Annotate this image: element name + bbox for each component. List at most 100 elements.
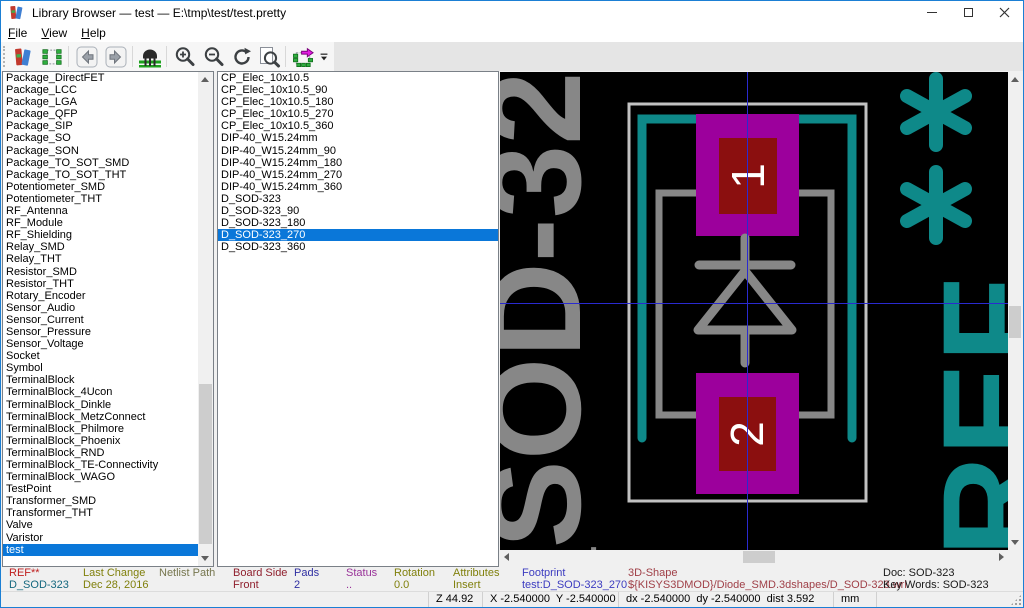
footprint-list-item[interactable]: DIP-40_W15.24mm_180	[218, 157, 498, 169]
library-list-item[interactable]: RF_Shielding	[3, 229, 198, 241]
statusbar-cell: X -2.540000 Y -2.540000	[482, 592, 618, 607]
footprint-list-item[interactable]: DIP-40_W15.24mm	[218, 132, 498, 144]
library-list-item[interactable]: TerminalBlock_Philmore	[3, 423, 198, 435]
library-list-item[interactable]: Varistor	[3, 532, 198, 544]
info-field-label: Status	[346, 568, 377, 579]
library-list-item[interactable]: Package_TO_SOT_THT	[3, 169, 198, 181]
library-list-item[interactable]: Package_TO_SOT_SMD	[3, 157, 198, 169]
footprint-canvas[interactable]: D_SOD-323_270 REF 1	[500, 72, 1008, 550]
info-field-label: 3D-Shape	[628, 568, 907, 579]
info-field-value: ..	[346, 580, 377, 591]
library-list-item[interactable]: TerminalBlock_WAGO	[3, 471, 198, 483]
library-list-item[interactable]: Package_SON	[3, 145, 198, 157]
library-list-item[interactable]: TerminalBlock_RND	[3, 447, 198, 459]
scrollbar-thumb[interactable]	[199, 384, 212, 544]
library-browser-window: Library Browser — test — E:\tmp\test/tes…	[0, 0, 1024, 608]
minimize-button[interactable]	[914, 1, 950, 24]
info-field: Footprint test:D_SOD-323_270	[522, 568, 627, 591]
footprint-list-item[interactable]: D_SOD-323_360	[218, 241, 498, 253]
library-list-item[interactable]: Sensor_Voltage	[3, 338, 198, 350]
footprint-list-item[interactable]: D_SOD-323_270	[218, 229, 498, 241]
close-button[interactable]	[986, 1, 1022, 24]
insert-footprint-button[interactable]	[290, 44, 316, 70]
info-field-label: Doc: SOD-323	[883, 568, 989, 579]
show-footprint-button[interactable]	[137, 44, 163, 70]
footprint-list-item[interactable]: DIP-40_W15.24mm_270	[218, 169, 498, 181]
library-list-item[interactable]: TerminalBlock_4Ucon	[3, 386, 198, 398]
titlebar[interactable]: Library Browser — test — E:\tmp\test/tes…	[1, 1, 1023, 24]
zoom-fit-icon	[257, 45, 281, 69]
select-library-button[interactable]	[10, 44, 36, 70]
library-list-item[interactable]: TerminalBlock_Dinkle	[3, 399, 198, 411]
redraw-view-button[interactable]	[229, 44, 255, 70]
footprint-list-item[interactable]: DIP-40_W15.24mm_90	[218, 145, 498, 157]
library-list-item[interactable]: Package_LGA	[3, 96, 198, 108]
library-list-item[interactable]: Valve	[3, 519, 198, 531]
library-list-item[interactable]: TerminalBlock_TE-Connectivity	[3, 459, 198, 471]
footprint-list-item[interactable]: D_SOD-323_180	[218, 217, 498, 229]
library-list-item[interactable]: Socket	[3, 350, 198, 362]
footprint-list-item[interactable]: DIP-40_W15.24mm_360	[218, 181, 498, 193]
zoom-out-button[interactable]	[201, 44, 227, 70]
toolbar-overflow-button[interactable]	[316, 44, 332, 70]
maximize-button[interactable]	[950, 1, 986, 24]
library-list-item[interactable]: TerminalBlock_MetzConnect	[3, 411, 198, 423]
next-footprint-button[interactable]	[103, 44, 129, 70]
scroll-left-icon[interactable]	[504, 553, 509, 561]
zoom-fit-button[interactable]	[256, 44, 282, 70]
library-list-item[interactable]: Relay_THT	[3, 253, 198, 265]
menu-item[interactable]: Help	[74, 24, 113, 40]
library-list-item[interactable]: Package_SIP	[3, 120, 198, 132]
footprint-list-item[interactable]: CP_Elec_10x10.5_90	[218, 84, 498, 96]
preview-horizontal-scrollbar[interactable]	[500, 550, 1008, 564]
library-list-item[interactable]: TerminalBlock	[3, 374, 198, 386]
library-list-item[interactable]: Package_DirectFET	[3, 72, 198, 84]
footprint-list-item[interactable]: CP_Elec_10x10.5_180	[218, 96, 498, 108]
library-list-item[interactable]: Package_QFP	[3, 108, 198, 120]
library-list-item[interactable]: Package_LCC	[3, 84, 198, 96]
library-list-item[interactable]: Symbol	[3, 362, 198, 374]
footprint-list-item[interactable]: CP_Elec_10x10.5_360	[218, 120, 498, 132]
library-list-item[interactable]: test	[3, 544, 198, 556]
library-list-item[interactable]: Resistor_THT	[3, 278, 198, 290]
info-field-value: Key Words: SOD-323	[883, 580, 989, 591]
library-list-item[interactable]: Transformer_THT	[3, 507, 198, 519]
info-field: REF** D_SOD-323	[9, 568, 69, 591]
select-footprint-button[interactable]	[39, 44, 65, 70]
library-list-item[interactable]: Sensor_Current	[3, 314, 198, 326]
close-icon	[999, 7, 1010, 18]
scroll-right-icon[interactable]	[999, 553, 1004, 561]
statusbar-cell: mm	[833, 592, 876, 607]
info-field-value: 0.0	[394, 580, 435, 591]
footprint-list-item[interactable]: D_SOD-323	[218, 193, 498, 205]
scrollbar-thumb[interactable]	[743, 551, 775, 563]
scroll-down-icon[interactable]	[201, 556, 209, 561]
library-list-item[interactable]: Potentiometer_THT	[3, 193, 198, 205]
library-list-item[interactable]: Package_SO	[3, 132, 198, 144]
footprint-list-item[interactable]: CP_Elec_10x10.5	[218, 72, 498, 84]
library-list-item[interactable]: Transformer_SMD	[3, 495, 198, 507]
toolbar-gripper[interactable]	[3, 46, 6, 67]
library-list-item[interactable]: Potentiometer_SMD	[3, 181, 198, 193]
library-list-item[interactable]: TestPoint	[3, 483, 198, 495]
library-list-item[interactable]: TerminalBlock_Phoenix	[3, 435, 198, 447]
library-list-item[interactable]: Relay_SMD	[3, 241, 198, 253]
scroll-down-icon[interactable]	[1011, 540, 1019, 545]
menu-item[interactable]: View	[34, 24, 74, 40]
library-list-item[interactable]: RF_Module	[3, 217, 198, 229]
footprint-list-item[interactable]: D_SOD-323_90	[218, 205, 498, 217]
footprint-list-item[interactable]: CP_Elec_10x10.5_270	[218, 108, 498, 120]
preview-vertical-scrollbar[interactable]	[1008, 72, 1022, 550]
scroll-up-icon[interactable]	[201, 77, 209, 82]
library-list-item[interactable]: Rotary_Encoder	[3, 290, 198, 302]
library-list-item[interactable]: Resistor_SMD	[3, 266, 198, 278]
library-list-scrollbar[interactable]	[198, 72, 213, 566]
menu-item[interactable]: File	[1, 24, 34, 40]
scroll-up-icon[interactable]	[1011, 77, 1019, 82]
library-list-item[interactable]: Sensor_Pressure	[3, 326, 198, 338]
zoom-in-button[interactable]	[172, 44, 198, 70]
library-list-item[interactable]: RF_Antenna	[3, 205, 198, 217]
scrollbar-thumb[interactable]	[1009, 306, 1021, 338]
library-list-item[interactable]: Sensor_Audio	[3, 302, 198, 314]
previous-footprint-button[interactable]	[74, 44, 100, 70]
